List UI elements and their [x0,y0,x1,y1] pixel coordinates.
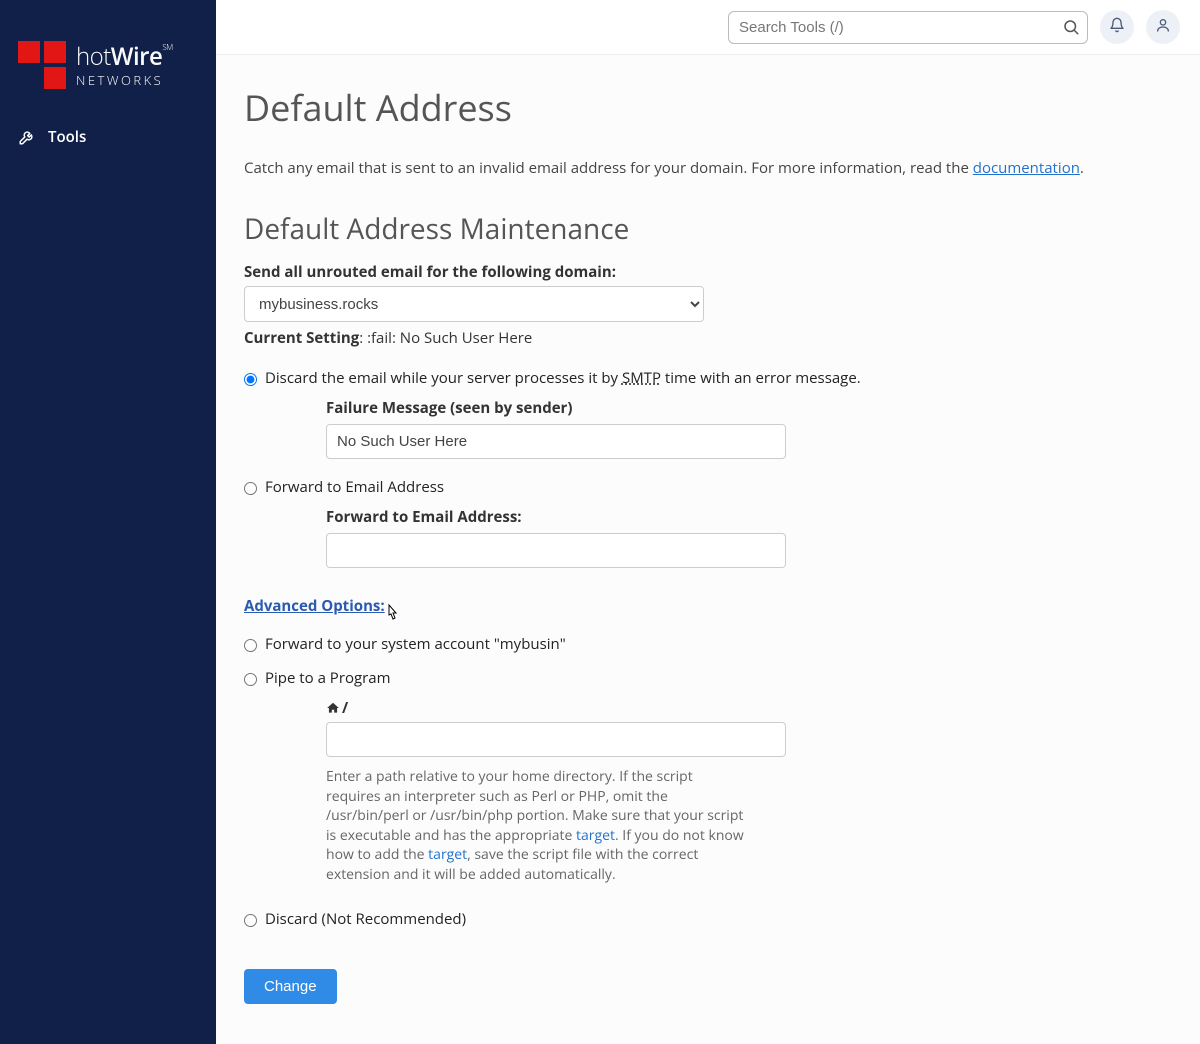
page-title: Default Address [244,83,1172,132]
radio-pipe-program-label: Pipe to a Program [265,668,390,688]
search-input[interactable] [728,11,1088,44]
home-icon [326,701,340,715]
sidebar-item-tools[interactable]: Tools [0,119,216,155]
current-setting: Current Setting: :fail: No Such User Her… [244,328,1172,348]
sidebar: hotWireSM NETWORKS Tools [0,0,216,1044]
radio-forward-email[interactable] [244,482,257,495]
radio-discard-nr-label: Discard (Not Recommended) [265,909,466,929]
cursor-pointer-icon [383,602,403,631]
main-content: Default Address Catch any email that is … [216,55,1200,1044]
failure-message-input[interactable] [326,424,786,459]
radio-discard-nr[interactable] [244,914,257,927]
tools-icon [18,128,36,146]
domain-label: Send all unrouted email for the followin… [244,262,1172,282]
user-icon [1155,17,1171,38]
domain-select[interactable]: mybusiness.rocks [244,286,704,322]
radio-pipe-program[interactable] [244,673,257,686]
pipe-program-input[interactable] [326,722,786,757]
radio-system-account-label: Forward to your system account "mybusin" [265,634,566,654]
logo-squares-icon [18,41,66,89]
change-button[interactable]: Change [244,969,337,1004]
notifications-button[interactable] [1100,10,1134,44]
failure-message-label: Failure Message (seen by sender) [326,398,826,418]
forward-email-input[interactable] [326,533,786,568]
intro-text: Catch any email that is sent to an inval… [244,158,1172,178]
radio-system-account[interactable] [244,639,257,652]
target-link-2[interactable]: target [428,845,467,864]
search-container [728,11,1088,44]
forward-email-label: Forward to Email Address: [326,507,826,527]
pipe-help-text: Enter a path relative to your home direc… [326,767,746,885]
pipe-prefix: / [326,698,826,718]
documentation-link[interactable]: documentation [973,158,1080,178]
account-button[interactable] [1146,10,1180,44]
section-title: Default Address Maintenance [244,210,1172,248]
brand-logo: hotWireSM NETWORKS [0,20,216,119]
topbar [216,0,1200,55]
radio-discard-smtp-label: Discard the email while your server proc… [265,368,861,388]
target-link-1[interactable]: target [576,826,615,845]
radio-forward-email-label: Forward to Email Address [265,477,444,497]
advanced-options-link[interactable]: Advanced Options: [244,596,385,616]
search-icon[interactable] [1062,18,1080,36]
radio-discard-smtp[interactable] [244,373,257,386]
bell-icon [1109,17,1125,38]
logo-text: hotWireSM NETWORKS [76,40,173,89]
sidebar-item-label: Tools [48,127,86,147]
